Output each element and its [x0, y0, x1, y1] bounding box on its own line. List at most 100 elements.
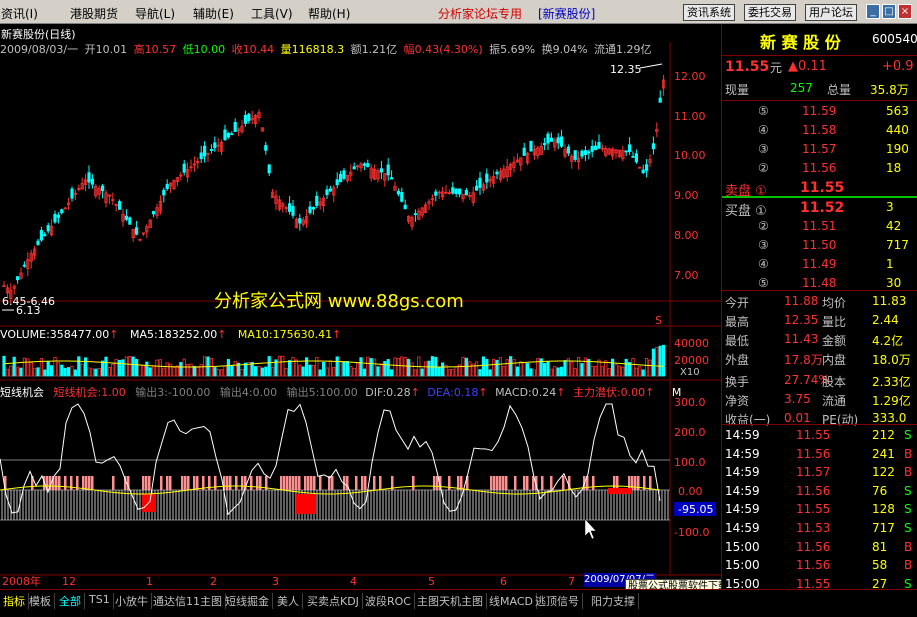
vol-tick-20000: 20000 — [674, 354, 709, 367]
candle — [529, 140, 533, 152]
candle — [607, 147, 611, 156]
tab-3[interactable]: TS1 — [86, 593, 114, 609]
candle — [383, 173, 387, 187]
volume-bar — [56, 362, 61, 377]
tick-row: 15:00 11.55 27 S — [722, 575, 917, 589]
volume-bar — [631, 357, 635, 377]
buy-level-vol: 30 — [886, 276, 902, 290]
volume-bar — [22, 357, 27, 377]
y-tick-10: 10.00 — [674, 149, 706, 162]
candle — [158, 195, 162, 215]
tick-price: 11.56 — [796, 446, 831, 461]
menu-item-nav[interactable]: 导航(L) — [135, 5, 175, 22]
candle — [471, 186, 475, 206]
volume-bar — [134, 359, 139, 377]
candle — [430, 194, 435, 207]
tab-1[interactable]: 模板 — [26, 593, 55, 609]
menu-item-news[interactable]: 资讯(I) — [1, 5, 38, 22]
tab-8[interactable]: 买卖点KDJ — [304, 593, 363, 609]
close-icon[interactable]: × — [898, 4, 912, 19]
ind-dif: DIF:0.28 — [365, 386, 411, 399]
tab-0[interactable]: 指标 — [0, 593, 29, 609]
candle — [349, 164, 353, 182]
indicator-signal-bar — [304, 476, 307, 490]
volume-bar — [15, 366, 20, 377]
indicator-signal-bar — [616, 476, 619, 490]
tab-5[interactable]: 通达信11主图 — [150, 593, 226, 609]
minimize-icon[interactable]: _ — [866, 4, 880, 19]
volume-bar — [223, 365, 227, 377]
tab-13[interactable]: 阳力支撑 — [588, 593, 639, 609]
sell-signal-marker: S — [655, 314, 662, 327]
maximize-icon[interactable]: □ — [882, 4, 896, 19]
indicator-tabs: 指标 模板 全部 TS1 小放牛 通达信11主图 短线掘金 美人 买卖点KDJ 波段ROC 主图天机… — [0, 589, 917, 617]
indicator-signal-bar — [523, 476, 526, 490]
volume-bar — [662, 344, 666, 377]
stat-label-2: 股本 — [822, 375, 847, 389]
volume-bar — [607, 368, 611, 377]
tab-4[interactable]: 小放牛 — [112, 593, 152, 609]
volume-bar — [104, 356, 108, 377]
tab-11[interactable]: 线MACD — [486, 593, 537, 609]
indicator-signal-bar — [196, 476, 199, 490]
tab-9[interactable]: 波段ROC — [362, 593, 415, 609]
volume-bar — [335, 356, 339, 377]
stat-label: 最高 — [725, 315, 750, 329]
volume-bar — [189, 363, 193, 377]
high-price-label: 12.35 — [610, 63, 642, 76]
tab-6[interactable]: 短线掘金 — [222, 593, 273, 609]
tab-10[interactable]: 主图天机主图 — [414, 593, 487, 609]
tab-12[interactable]: 逃顶信号 — [532, 593, 583, 609]
buy-level-index: ③ — [758, 238, 769, 252]
volume-bar — [70, 365, 74, 377]
trade-button[interactable]: 委托交易 — [744, 4, 796, 21]
tick-time: 14:59 — [725, 428, 760, 442]
candle — [614, 148, 618, 159]
volume-bar — [474, 361, 479, 377]
news-system-button[interactable]: 资讯系统 — [683, 4, 735, 21]
x-label-6: 6 — [500, 575, 507, 588]
volume-row: 现量 257 总量 35.8万 — [722, 79, 917, 98]
volume-bar — [165, 362, 169, 377]
sell-level-price: 11.59 — [802, 104, 837, 118]
candle — [185, 162, 190, 183]
volume-bar — [624, 358, 628, 377]
price-change: ▲0.11 — [788, 59, 827, 74]
candle — [417, 208, 421, 220]
menu-item-help[interactable]: 帮助(H) — [308, 5, 350, 22]
tab-2[interactable]: 全部 — [56, 593, 85, 609]
stat-label: 外盘 — [725, 353, 750, 367]
volume-bar — [277, 355, 282, 377]
volume-bar — [651, 348, 656, 377]
candlestick-series — [2, 74, 666, 304]
menu-item-tools[interactable]: 工具(V) — [251, 5, 293, 22]
volume-bar — [199, 363, 203, 377]
user-forum-button[interactable]: 用户论坛 — [805, 4, 857, 21]
menu-item-hk-futures[interactable]: 港股期货 — [70, 5, 118, 22]
volume-bar — [349, 365, 353, 377]
candle — [281, 201, 285, 213]
candle — [175, 177, 179, 187]
candle — [342, 167, 346, 181]
candle — [107, 194, 111, 205]
indicator-signal-bar — [289, 476, 292, 490]
tab-7[interactable]: 美人 — [274, 593, 303, 609]
ind-tick-neg100: -100.0 — [674, 526, 709, 539]
volume-bar — [318, 369, 322, 377]
indicator-signal-bar — [298, 476, 301, 490]
volume-bar — [12, 356, 16, 377]
volume-bar — [325, 367, 329, 377]
candle — [321, 195, 326, 213]
indicator-signal-bar — [214, 476, 217, 490]
candle — [260, 127, 265, 132]
y-tick-9: 9.00 — [674, 189, 699, 202]
candle — [389, 170, 394, 180]
volume-header: VOLUME:358477.00↑ MA5:183252.00↑ MA10:17… — [0, 328, 342, 341]
last-price: 11.55 — [725, 59, 770, 75]
menu-item-assist[interactable]: 辅助(E) — [193, 5, 234, 22]
buy-level-vol: 1 — [886, 257, 894, 271]
indicator-signal-bar — [55, 476, 58, 490]
volume-bar — [532, 369, 537, 377]
candle — [56, 212, 61, 224]
volume-bar — [84, 357, 88, 377]
